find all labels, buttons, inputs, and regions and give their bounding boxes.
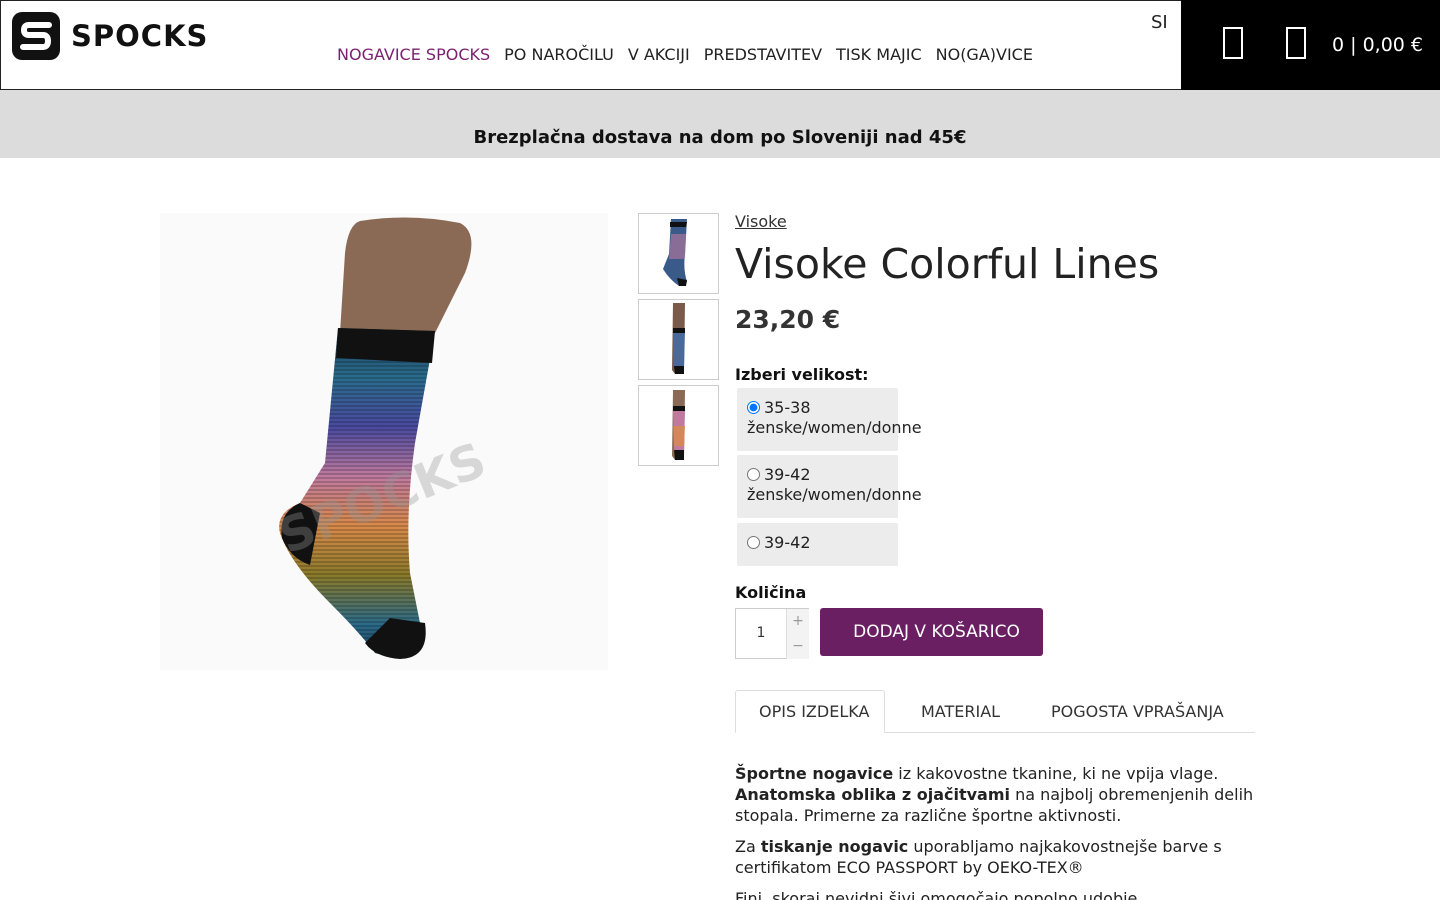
size-option-1-line1: 35-38: [764, 398, 811, 417]
tab-pogosta-vprasanja-label: POGOSTA VPRAŠANJA: [1051, 702, 1224, 721]
nav-v-akciji[interactable]: V AKCIJI: [628, 45, 690, 64]
category-link[interactable]: Visoke: [735, 212, 787, 231]
main-nav: NOGAVICE SPOCKS PO NAROČILU V AKCIJI PRE…: [337, 45, 1033, 64]
logo-mark-icon: [12, 12, 60, 60]
add-to-cart-button[interactable]: DODAJ V KOŠARICO: [820, 608, 1043, 656]
desc-text-3: Za: [735, 837, 761, 856]
nav-tisk-majic[interactable]: TISK MAJIC: [836, 45, 922, 64]
size-radio-3[interactable]: [747, 536, 760, 549]
description-paragraph-3: Fini, skoraj nevidni šivi omogočajo popo…: [735, 889, 1143, 900]
add-to-cart-label: DODAJ V KOŠARICO: [853, 622, 1020, 642]
language-switcher[interactable]: SI: [1151, 12, 1168, 33]
quantity-input[interactable]: 1: [736, 625, 786, 641]
product-thumbnail-3[interactable]: [638, 385, 719, 466]
cart-summary[interactable]: 0 | 0,00 €: [1332, 34, 1423, 56]
product-thumbnail-2[interactable]: [638, 299, 719, 380]
size-option-39-42-women[interactable]: 39-42 ženske/women/donne: [737, 455, 922, 518]
description-paragraph-1: Športne nogavice iz kakovostne tkanine, …: [735, 763, 1265, 826]
size-label: Izberi velikost:: [735, 365, 869, 384]
announcement-text: Brezplačna dostava na dom po Sloveniji n…: [473, 127, 967, 148]
size-option-39-42[interactable]: 39-42: [737, 523, 898, 566]
size-radio-2[interactable]: [747, 468, 760, 481]
tab-opis-izdelka-label: OPIS IZDELKA: [759, 702, 870, 721]
quantity-stepper[interactable]: 1 + −: [735, 608, 809, 659]
user-icon[interactable]: [1223, 27, 1243, 59]
desc-bold-3: tiskanje nogavic: [760, 837, 909, 856]
product-thumbnail-1[interactable]: [638, 213, 719, 294]
thumb-sock-2: [672, 303, 685, 374]
tab-material-label: MATERIAL: [921, 702, 1001, 721]
logo-text: SPOCKS: [71, 19, 209, 53]
size-radio-1[interactable]: [747, 401, 760, 414]
size-option-35-38-women[interactable]: 35-38 ženske/women/donne: [737, 388, 922, 451]
product-description: Športne nogavice iz kakovostne tkanine, …: [735, 763, 1265, 900]
quantity-decrease-button[interactable]: −: [786, 634, 809, 659]
size-option-1-line2: ženske/women/donne: [747, 418, 922, 437]
size-option-2-line2: ženske/women/donne: [747, 485, 922, 504]
description-paragraph-2: Za tiskanje nogavic uporabljamo najkakov…: [735, 836, 1265, 878]
quantity-label: Količina: [735, 583, 807, 602]
site-logo[interactable]: SPOCKS: [11, 11, 208, 61]
desc-bold-1: Športne nogavice: [735, 764, 894, 783]
product-main-image[interactable]: SPOCKS: [160, 213, 608, 670]
size-option-2-line1: 39-42: [764, 465, 811, 484]
product-price: 23,20 €: [735, 305, 841, 334]
desc-bold-2: Anatomska oblika z ojačitvami: [735, 785, 1010, 804]
nav-nogavice-spocks[interactable]: NOGAVICE SPOCKS: [337, 45, 490, 64]
product-title: Visoke Colorful Lines: [735, 240, 1160, 288]
nav-predstavitev[interactable]: PREDSTAVITEV: [704, 45, 822, 64]
desc-text-1: iz kakovostne tkanine, ki ne vpija vlage…: [893, 764, 1219, 783]
tab-pogosta-vprasanja[interactable]: POGOSTA VPRAŠANJA: [1028, 690, 1239, 733]
tab-material[interactable]: MATERIAL: [898, 690, 1015, 733]
quantity-increase-button[interactable]: +: [786, 609, 809, 634]
size-option-3-line1: 39-42: [764, 533, 811, 552]
thumb-sock-3: [672, 390, 685, 460]
announcement-bar: Brezplačna dostava na dom po Sloveniji n…: [0, 90, 1440, 158]
tab-opis-izdelka[interactable]: OPIS IZDELKA: [735, 690, 886, 733]
thumb-sock-1: [663, 219, 687, 286]
cart-icon[interactable]: [1286, 27, 1306, 59]
nav-po-narocilu[interactable]: PO NAROČILU: [504, 45, 614, 64]
sock-image: SPOCKS: [271, 217, 494, 659]
nav-no-ga-vice[interactable]: NO(GA)VICE: [936, 45, 1033, 64]
